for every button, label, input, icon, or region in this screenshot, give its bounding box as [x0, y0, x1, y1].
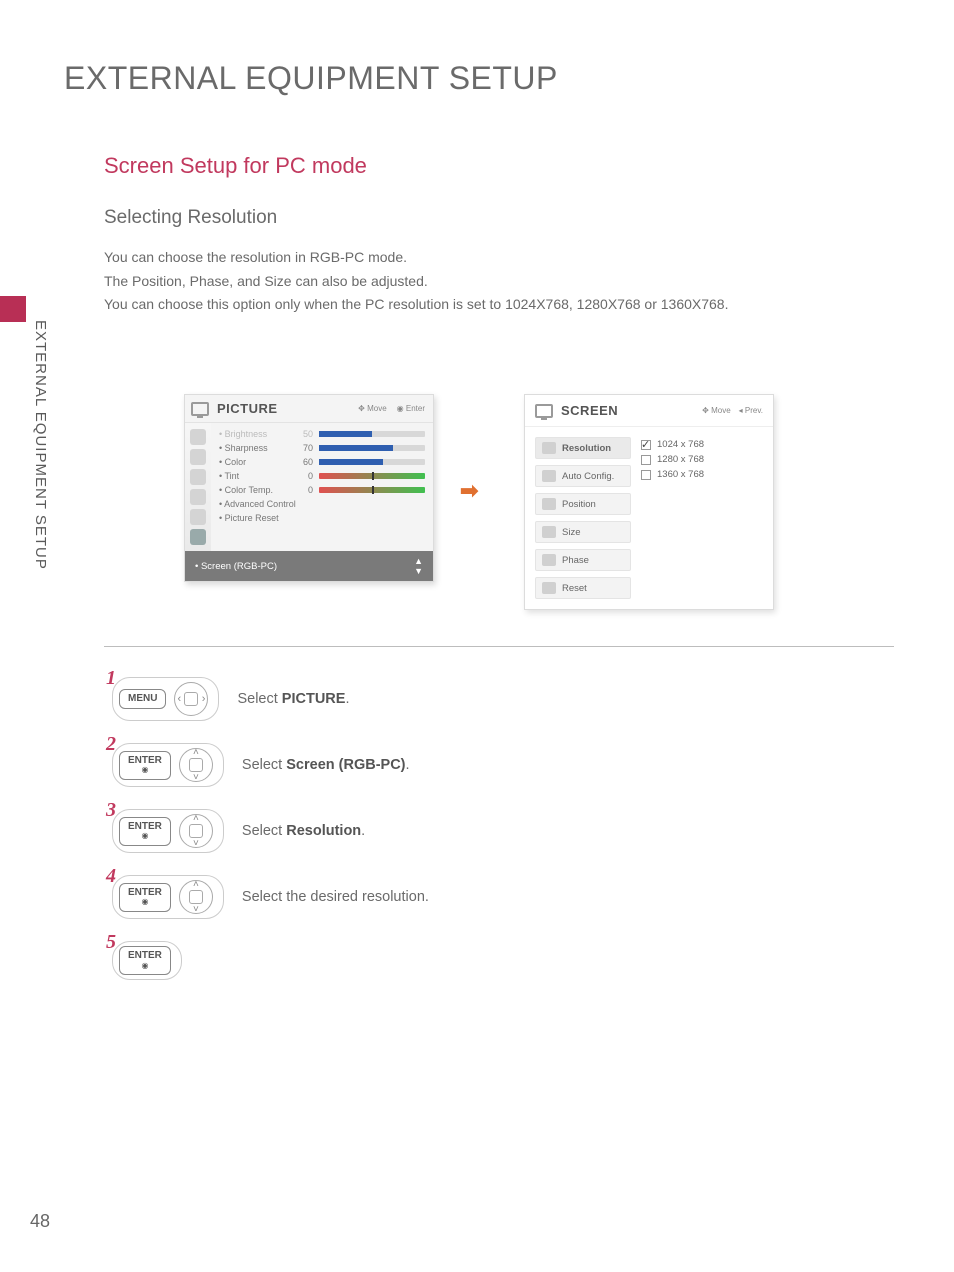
monitor-icon [191, 402, 209, 416]
screen-item-reset[interactable]: Reset [535, 577, 631, 599]
menu-button[interactable]: MENU [119, 689, 166, 710]
sidebar-icon [190, 449, 206, 465]
sidebar-icon [190, 429, 206, 445]
nav-updown-icon[interactable] [179, 814, 213, 848]
enter-button[interactable]: ENTER◉ [119, 751, 171, 780]
checkbox-icon [641, 440, 651, 450]
screen-item-phase[interactable]: Phase [535, 549, 631, 571]
resolution-option[interactable]: 1280 x 768 [641, 452, 763, 467]
section-title: Screen Setup for PC mode [104, 153, 894, 179]
reset-icon [542, 582, 556, 594]
remote-combo: MENU [112, 677, 219, 721]
step-text: Select Screen (RGB-PC). [242, 757, 410, 773]
enter-button[interactable]: ENTER◉ [119, 817, 171, 846]
screen-item-position[interactable]: Position [535, 493, 631, 515]
divider [104, 646, 894, 647]
checkbox-icon [641, 470, 651, 480]
enter-hint: ◉ Enter [397, 404, 425, 413]
nav-updown-icon[interactable] [179, 748, 213, 782]
page-number: 48 [30, 1211, 50, 1232]
gear-icon [542, 470, 556, 482]
screen-item-autoconfig[interactable]: Auto Config. [535, 465, 631, 487]
step-number: 5 [106, 931, 116, 954]
sidebar-icon [190, 489, 206, 505]
move-hint: ✥ Move [702, 406, 731, 415]
picture-row-advanced: • Advanced Control [219, 497, 425, 511]
size-icon [542, 526, 556, 538]
remote-combo: ENTER◉ [112, 809, 224, 853]
picture-menu-title: PICTURE [217, 401, 278, 416]
updown-icon: ▲▼ [414, 556, 423, 576]
side-section-label: EXTERNAL EQUIPMENT SETUP [32, 320, 49, 570]
enter-button[interactable]: ENTER◉ [119, 946, 171, 975]
screen-item-size[interactable]: Size [535, 521, 631, 543]
picture-menu: PICTURE ✥ Move ◉ Enter [184, 394, 434, 582]
picture-sidebar [185, 423, 211, 551]
grid-icon [542, 442, 556, 454]
nav-leftright-icon[interactable] [174, 682, 208, 716]
remote-combo: ENTER◉ [112, 941, 182, 980]
checkbox-icon [641, 455, 651, 465]
sidebar-icon [190, 469, 206, 485]
description-line: You can choose the resolution in RGB-PC … [104, 247, 894, 269]
enter-button[interactable]: ENTER◉ [119, 883, 171, 912]
step-number: 2 [106, 733, 116, 756]
phase-icon [542, 554, 556, 566]
step-number: 4 [106, 865, 116, 888]
monitor-icon [535, 404, 553, 418]
resolution-option[interactable]: 1024 x 768 [641, 437, 763, 452]
picture-row-sharpness: • Sharpness 70 [219, 441, 425, 455]
screen-menu-title: SCREEN [561, 403, 618, 418]
subsection-title: Selecting Resolution [104, 207, 894, 229]
side-accent-tab [0, 296, 26, 322]
step-text: Select Resolution. [242, 823, 365, 839]
remote-combo: ENTER◉ [112, 743, 224, 787]
position-icon [542, 498, 556, 510]
step-number: 1 [106, 667, 116, 690]
step-text: Select PICTURE. [237, 691, 349, 707]
prev-hint: ◂ Prev. [739, 406, 763, 415]
remote-combo: ENTER◉ [112, 875, 224, 919]
picture-menu-footer: • Screen (RGB-PC) ▲▼ [185, 551, 433, 581]
move-hint: ✥ Move [358, 404, 387, 413]
picture-row-reset: • Picture Reset [219, 511, 425, 525]
step-text: Select the desired resolution. [242, 889, 429, 905]
picture-row-brightness: • Brightness 50 [219, 427, 425, 441]
resolution-option[interactable]: 1360 x 768 [641, 467, 763, 482]
screen-menu: SCREEN ✥ Move ◂ Prev. Resolution Auto Co… [524, 394, 774, 610]
picture-row-color: • Color 60 [219, 455, 425, 469]
arrow-right-icon: ➡ [460, 478, 478, 504]
description-line: The Position, Phase, and Size can also b… [104, 271, 894, 293]
nav-updown-icon[interactable] [179, 880, 213, 914]
sidebar-icon [190, 509, 206, 525]
picture-row-tint: • Tint 0 [219, 469, 425, 483]
page-title: EXTERNAL EQUIPMENT SETUP [64, 60, 894, 97]
step-number: 3 [106, 799, 116, 822]
picture-row-colortemp: • Color Temp. 0 [219, 483, 425, 497]
sidebar-icon-selected [190, 529, 206, 545]
description-line: You can choose this option only when the… [104, 294, 894, 316]
screen-item-resolution[interactable]: Resolution [535, 437, 631, 459]
